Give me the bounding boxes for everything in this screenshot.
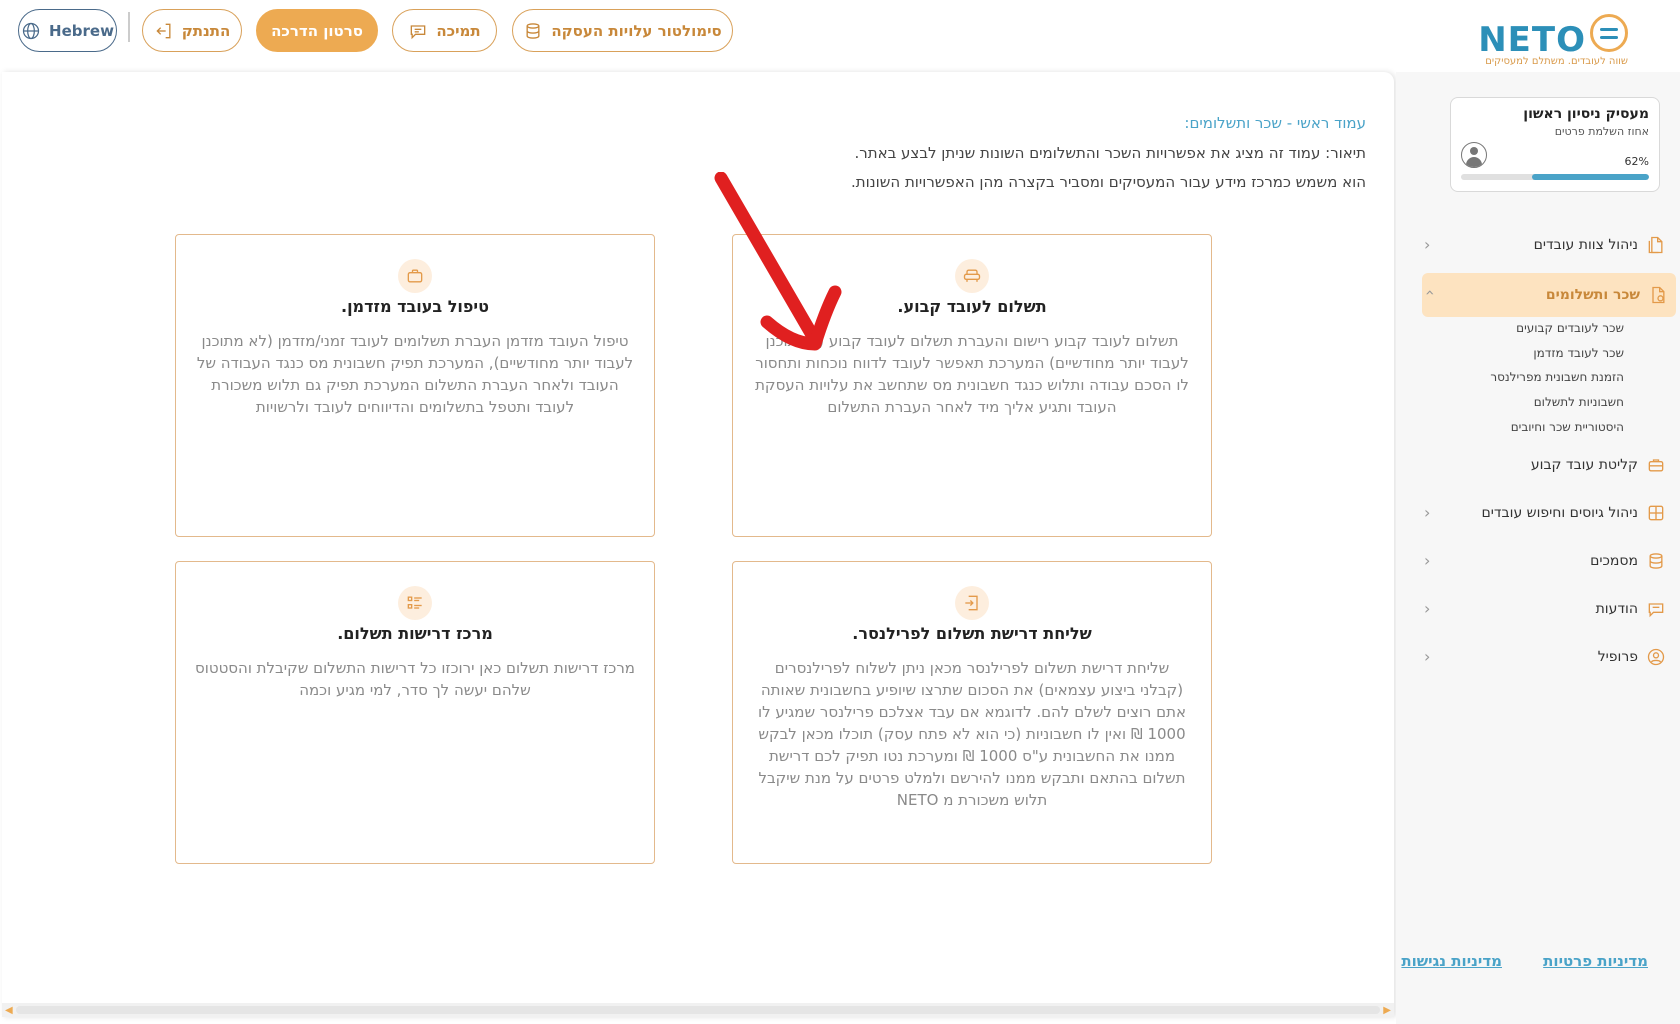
chevron-left-icon: ‹ — [1424, 599, 1431, 618]
grid-icon — [1648, 505, 1664, 521]
chat-icon — [411, 24, 426, 39]
sidebar-item-onboard-permanent[interactable]: קליטת עובד קבוע — [1420, 445, 1674, 485]
card-title: טיפול בעובד מזדמן. — [340, 297, 490, 316]
export-icon — [965, 595, 978, 611]
logout-icon — [156, 23, 171, 38]
card-text: שליחת דרישת תשלום לפרילנסר מכאן ניתן לשל… — [758, 659, 1186, 809]
sidebar-item-documents[interactable]: מסמכים ‹ — [1420, 541, 1674, 581]
privacy-policy-link[interactable]: מדיניות פרטיות — [1543, 952, 1648, 970]
sidebar-subitem-freelancer-invoice[interactable]: הזמנת חשבונית מפרילנסר — [1490, 370, 1624, 384]
card-payment-requests-center[interactable]: מרכז דרישות תשלום. מרכז דרישות תשלום כאן… — [175, 561, 655, 864]
profile-card[interactable]: מעסיק ניסיון ראשון אחוז השלמת פרטים 62% — [1450, 97, 1660, 192]
toolbar-divider — [128, 12, 130, 42]
document-money-icon — [1652, 286, 1665, 304]
avatar-icon — [1461, 142, 1487, 168]
chevron-left-icon: ‹ — [1424, 551, 1431, 570]
chevron-left-icon: ‹ — [1424, 503, 1431, 522]
chevron-down-icon: ‹ — [1419, 289, 1439, 296]
sidebar-item-label: קליטת עובד קבוע — [1530, 457, 1638, 473]
sidebar-subitem-salary-history[interactable]: היסטוריית שכר וחיובים — [1511, 420, 1624, 434]
card-title: מרכז דרישות תשלום. — [337, 624, 493, 643]
logout-button[interactable]: התנתק — [142, 9, 242, 52]
briefcase-icon — [407, 269, 423, 283]
card-text: טיפול העובד מזדמן העברת תשלומים לעובד זמ… — [196, 332, 634, 416]
horizontal-scrollbar[interactable]: ◀ ▶ — [2, 1003, 1394, 1017]
sidebar-item-label: הודעות — [1595, 601, 1638, 617]
scroll-left-icon[interactable]: ◀ — [5, 1005, 13, 1016]
card-casual-employee[interactable]: טיפול בעובד מזדמן. טיפול העובד מזדמן העב… — [175, 234, 655, 537]
card-icon-wrap — [955, 586, 989, 620]
card-icon-wrap — [398, 586, 432, 620]
sidebar-item-profile[interactable]: פרופיל ‹ — [1420, 637, 1674, 677]
scroll-right-icon[interactable]: ▶ — [1383, 1005, 1391, 1016]
database-icon — [1649, 553, 1663, 569]
sidebar-subitem-casual-salary[interactable]: שכר לעובד מזדמן — [1533, 346, 1624, 360]
main-content: עמוד ראשי - שכר ותשלומים: תיאור: עמוד זה… — [2, 72, 1394, 1017]
sofa-icon — [963, 269, 981, 282]
sidebar-item-recruitment[interactable]: ניהול גיוסים וחיפוש עובדים ‹ — [1420, 493, 1674, 533]
sidebar-item-label: פרופיל — [1597, 649, 1638, 665]
sidebar-item-salary-payments[interactable]: שכר ותשלומים ‹ — [1419, 273, 1676, 317]
cost-simulator-button[interactable]: סימולטור עלויות העסקה — [512, 9, 733, 52]
tutorial-video-button[interactable]: סרטון הדרכה — [256, 9, 378, 52]
sidebar-subitem-invoices-to-pay[interactable]: חשבוניות לתשלום — [1534, 395, 1624, 409]
sidebar-item-label: שכר ותשלומים — [1545, 287, 1640, 303]
accessibility-policy-link[interactable]: מדיניות נגישות — [1401, 952, 1502, 970]
language-label: Hebrew — [49, 21, 114, 40]
scrollbar-thumb[interactable] — [16, 1006, 1380, 1014]
language-button[interactable]: Hebrew — [18, 9, 117, 52]
page-description-line1: תיאור: עמוד זה מציג את אפשרויות השכר והת… — [854, 144, 1366, 162]
list-icon — [407, 596, 422, 609]
document-icon — [1648, 236, 1663, 254]
page-description-line2: הוא משמש כמרכז מידע עבור המעסיקים ומסביר… — [850, 173, 1366, 191]
neto-logo[interactable]: NETO שווה לעובדים. משתלם למעסיקים — [1478, 12, 1628, 68]
breadcrumb: עמוד ראשי - שכר ותשלומים: — [1184, 114, 1366, 132]
sidebar-subitem-permanent-salary[interactable]: שכר לעובדים קבועים — [1516, 321, 1624, 335]
logo-wordmark: NETO — [1478, 20, 1586, 60]
sidebar-item-label: ניהול צוות עובדים — [1533, 237, 1638, 253]
briefcase-icon — [1648, 459, 1664, 472]
logo-tagline: שווה לעובדים. משתלם למעסיקים — [1485, 56, 1628, 67]
chevron-left-icon: ‹ — [1424, 235, 1431, 254]
card-title: שליחת דרישת תשלום לפרילנסר. — [852, 624, 1092, 643]
top-bar: Hebrew התנתק סרטון הדרכה תמיכה סימולטור … — [0, 0, 1680, 72]
logout-label: התנתק — [181, 21, 231, 40]
profile-progress-fill — [1532, 174, 1649, 180]
card-freelancer-payment-request[interactable]: שליחת דרישת תשלום לפרילנסר. שליחת דרישת … — [732, 561, 1212, 864]
profile-completion-label: אחוז השלמת פרטים — [1554, 125, 1649, 138]
sidebar-item-messages[interactable]: הודעות ‹ — [1420, 589, 1674, 629]
user-circle-icon — [1647, 648, 1665, 666]
cost-simulator-label: סימולטור עלויות העסקה — [551, 21, 722, 40]
logo-mark-icon — [1590, 14, 1628, 52]
card-icon-wrap — [955, 259, 989, 293]
database-icon — [526, 22, 540, 39]
support-label: תמיכה — [436, 21, 481, 40]
profile-name: מעסיק ניסיון ראשון — [1523, 106, 1649, 122]
support-button[interactable]: תמיכה — [392, 9, 497, 52]
sidebar-item-label: ניהול גיוסים וחיפוש עובדים — [1481, 505, 1638, 521]
chat-icon — [1648, 603, 1664, 618]
red-arrow-annotation — [714, 172, 842, 351]
sidebar: מעסיק ניסיון ראשון אחוז השלמת פרטים 62% … — [1396, 72, 1680, 1024]
profile-completion-percent: 62% — [1624, 155, 1649, 168]
card-text: מרכז דרישות תשלום כאן ירוכזו כל דרישות ה… — [195, 659, 635, 699]
card-icon-wrap — [398, 259, 432, 293]
tutorial-video-label: סרטון הדרכה — [271, 21, 363, 40]
chevron-left-icon: ‹ — [1424, 647, 1431, 666]
sidebar-item-team-management[interactable]: ניהול צוות עובדים ‹ — [1420, 225, 1674, 265]
globe-icon — [22, 22, 40, 39]
profile-progress-bar — [1461, 174, 1649, 180]
sidebar-item-label: מסמכים — [1590, 553, 1638, 569]
